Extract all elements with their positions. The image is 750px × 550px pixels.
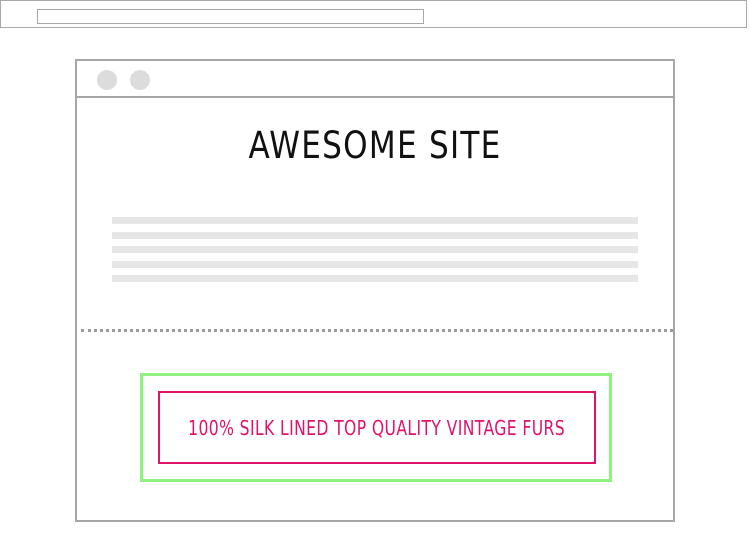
window-control-dot-icon[interactable] bbox=[97, 70, 117, 90]
highlight-box: 100% SILK LINED TOP QUALITY VINTAGE FURS bbox=[140, 373, 612, 482]
browser-toolbar bbox=[0, 0, 747, 28]
placeholder-text-line bbox=[112, 246, 638, 253]
placeholder-text-line bbox=[112, 275, 638, 282]
placeholder-text-line bbox=[112, 231, 638, 239]
address-bar[interactable] bbox=[37, 9, 424, 24]
placeholder-text-line bbox=[112, 260, 638, 268]
placeholder-text-line bbox=[112, 217, 638, 224]
fold-divider bbox=[81, 329, 673, 332]
browser-window: AWESOME SITE 100% SILK LINED TOP QUALITY… bbox=[75, 59, 675, 522]
window-control-dot-icon[interactable] bbox=[130, 70, 150, 90]
site-title: AWESOME SITE bbox=[248, 124, 502, 167]
placeholder-text-block bbox=[112, 217, 638, 290]
promo-banner[interactable]: 100% SILK LINED TOP QUALITY VINTAGE FURS bbox=[158, 391, 596, 464]
window-title-bar bbox=[77, 61, 673, 98]
promo-banner-text: 100% SILK LINED TOP QUALITY VINTAGE FURS bbox=[188, 415, 566, 440]
